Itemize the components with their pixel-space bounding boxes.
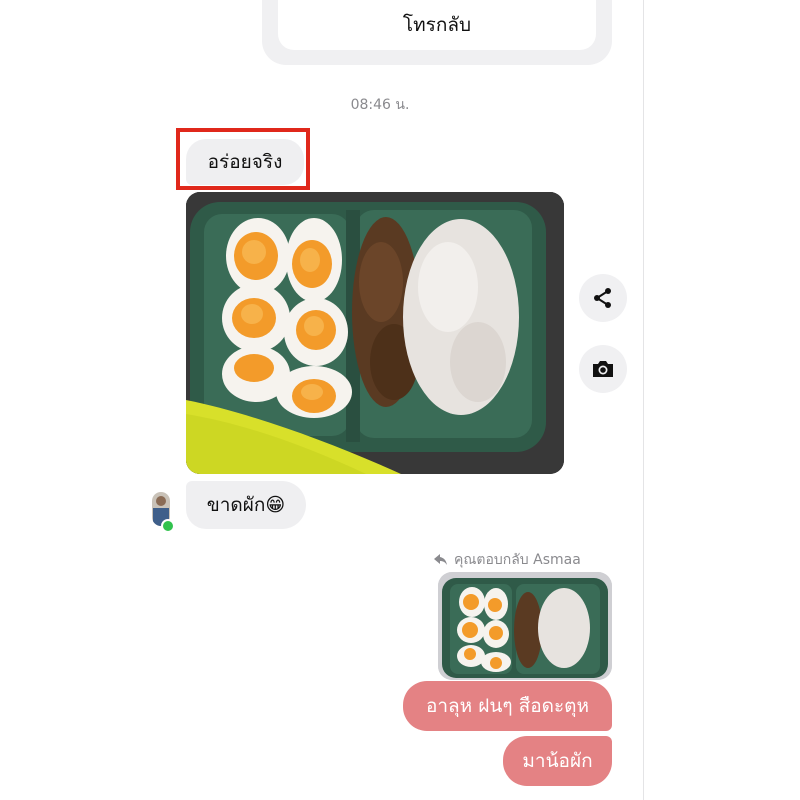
- reply-indicator-text: คุณตอบกลับ Asmaa: [454, 552, 581, 568]
- share-icon: [594, 288, 611, 308]
- camera-icon: [593, 361, 613, 377]
- online-status-indicator: [161, 519, 175, 533]
- replied-photo-thumbnail[interactable]: [438, 572, 612, 680]
- reply-arrow-icon: [434, 554, 447, 565]
- sent-message-bubble[interactable]: อาลุห ฝนๆ สือดะตุห: [403, 681, 612, 731]
- food-photo-image: [186, 192, 564, 474]
- received-message-bubble[interactable]: ขาดผัก😁: [186, 481, 306, 529]
- camera-button[interactable]: [579, 345, 627, 393]
- replied-photo-image: [438, 572, 612, 680]
- food-photo[interactable]: [186, 192, 564, 474]
- message-text: มาน้อผัก: [522, 750, 593, 772]
- reply-indicator: คุณตอบกลับ Asmaa: [434, 549, 614, 571]
- highlight-box: [176, 128, 310, 190]
- message-text: ขาดผัก😁: [206, 494, 286, 516]
- panel-divider: [643, 0, 644, 800]
- message-timestamp: 08:46 น.: [350, 97, 410, 113]
- share-button[interactable]: [579, 274, 627, 322]
- message-text: อาลุห ฝนๆ สือดะตุห: [425, 695, 590, 717]
- sent-message-bubble[interactable]: มาน้อผัก: [503, 736, 612, 786]
- call-back-button[interactable]: โทรกลับ: [278, 0, 596, 50]
- avatar-head: [156, 496, 166, 506]
